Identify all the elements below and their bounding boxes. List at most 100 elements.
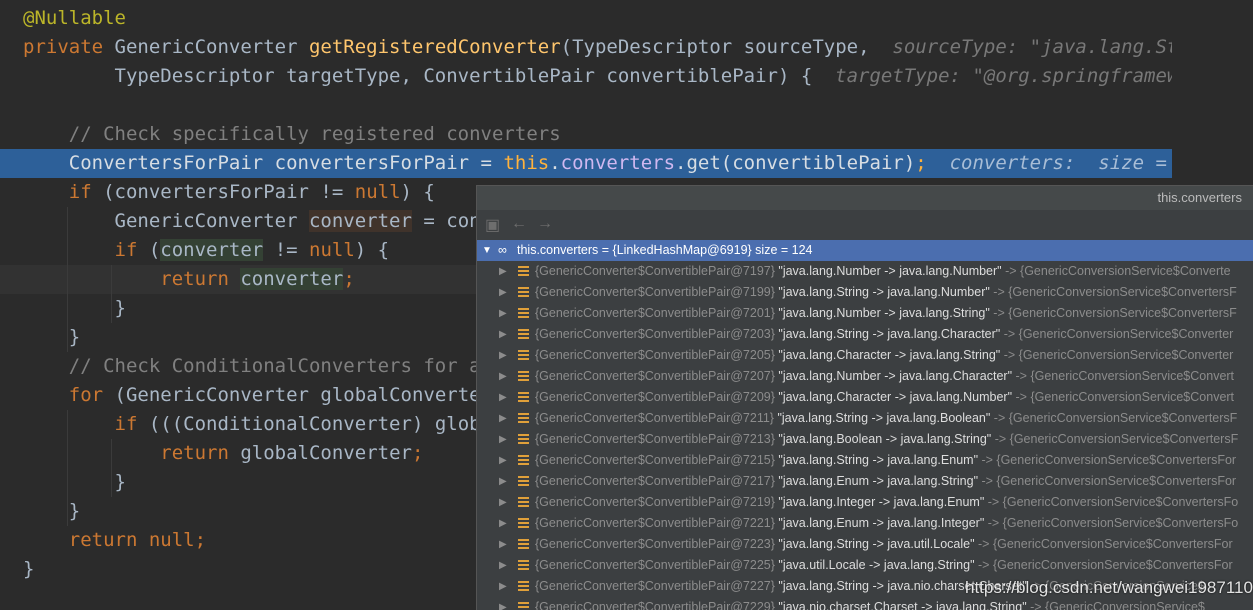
tree-row[interactable]: ▶ {GenericConverter$ConvertiblePair@7229}…: [477, 597, 1253, 610]
tree-row-text: {GenericConverter$ConvertiblePair@7217} …: [535, 471, 1236, 492]
entry-object: {GenericConverter$ConvertiblePair@7203}: [535, 327, 775, 341]
tree-row[interactable]: ▶ {GenericConverter$ConvertiblePair@7217}…: [477, 471, 1253, 492]
code-token: ;: [343, 268, 355, 290]
entry-key: "java.lang.String -> java.lang.Boolean": [777, 411, 991, 425]
expand-right-icon[interactable]: ▶: [499, 282, 507, 303]
expand-right-icon[interactable]: ▶: [499, 366, 507, 387]
expand-right-icon[interactable]: ▶: [499, 597, 507, 610]
field-icon: [518, 329, 529, 340]
entry-object: {GenericConverter$ConvertiblePair@7227}: [535, 579, 775, 593]
field-icon: [518, 266, 529, 277]
expand-right-icon[interactable]: ▶: [499, 513, 507, 534]
indent-guide: [111, 439, 112, 497]
code-token: (((ConditionalConverter) globa: [148, 413, 493, 435]
field-icon: [518, 560, 529, 571]
code-token: converter: [160, 239, 264, 261]
tree-row[interactable]: ▶ {GenericConverter$ConvertiblePair@7223}…: [477, 534, 1253, 555]
tree-row[interactable]: ▶ {GenericConverter$ConvertiblePair@7219}…: [477, 492, 1253, 513]
code-token: !=: [263, 239, 310, 261]
code-line[interactable]: @Nullable: [0, 4, 1172, 33]
tree-row[interactable]: ▶ {GenericConverter$ConvertiblePair@7205}…: [477, 345, 1253, 366]
tree-row-root[interactable]: ▼ ∞ this.converters = {LinkedHashMap@6919}…: [477, 240, 1253, 261]
expand-right-icon[interactable]: ▶: [499, 261, 507, 282]
code-token: ConvertersForPair convertersForPair =: [23, 152, 504, 174]
entry-key: "java.lang.Enum -> java.lang.Integer": [778, 516, 985, 530]
tree-row-text: {GenericConverter$ConvertiblePair@7213} …: [535, 429, 1238, 450]
expand-right-icon[interactable]: ▶: [499, 576, 507, 597]
code-token: globalConverter: [240, 442, 412, 464]
expand-right-icon[interactable]: ▶: [499, 408, 507, 429]
code-line[interactable]: // Check specifically registered convert…: [0, 120, 1172, 149]
tree-row[interactable]: ▶ {GenericConverter$ConvertiblePair@7197}…: [477, 261, 1253, 282]
entry-object: {GenericConverter$ConvertiblePair@7225}: [535, 558, 775, 572]
tree-row-text: {GenericConverter$ConvertiblePair@7211} …: [535, 408, 1237, 429]
forward-arrow-icon[interactable]: →: [537, 215, 553, 233]
tree-row[interactable]: ▶ {GenericConverter$ConvertiblePair@7207}…: [477, 366, 1253, 387]
entry-value: -> {GenericConversionService$ConvertersF…: [974, 537, 1233, 551]
tree-row-text: {GenericConverter$ConvertiblePair@7199} …: [535, 282, 1237, 303]
expand-right-icon[interactable]: ▶: [499, 429, 507, 450]
entry-value: -> {GenericConversionService$Converter: [1000, 327, 1234, 341]
tree-row-text: {GenericConverter$ConvertiblePair@7197} …: [535, 261, 1231, 282]
entry-key: "java.lang.Boolean -> java.lang.String": [778, 432, 992, 446]
tree-row[interactable]: ▶ {GenericConverter$ConvertiblePair@7209}…: [477, 387, 1253, 408]
tree-row[interactable]: ▶ {GenericConverter$ConvertiblePair@7203}…: [477, 324, 1253, 345]
indent-guide: [111, 265, 112, 323]
code-line[interactable]: private GenericConverter getRegisteredCo…: [0, 33, 1172, 62]
debugger-value-popup[interactable]: this.converters ▣ ← → ▼ ∞ this.converters …: [476, 185, 1253, 610]
watermark: https://blog.csdn.net/wangwei19871103: [965, 578, 1253, 597]
expand-right-icon[interactable]: ▶: [499, 450, 507, 471]
tree-row[interactable]: ▶ {GenericConverter$ConvertiblePair@7221}…: [477, 513, 1253, 534]
expand-right-icon[interactable]: ▶: [499, 345, 507, 366]
tree-row[interactable]: ▶ {GenericConverter$ConvertiblePair@7213}…: [477, 429, 1253, 450]
code-token: }: [23, 558, 35, 580]
code-line[interactable]: ConvertersForPair convertersForPair = th…: [0, 149, 1172, 178]
code-token: if: [114, 239, 149, 261]
tree-row-text: {GenericConverter$ConvertiblePair@7225} …: [535, 555, 1233, 576]
expand-down-icon[interactable]: ▼: [482, 240, 492, 261]
expand-right-icon[interactable]: ▶: [499, 534, 507, 555]
tree-row[interactable]: ▶ {GenericConverter$ConvertiblePair@7215}…: [477, 450, 1253, 471]
indent-guide: [67, 207, 68, 352]
field-icon: [518, 371, 529, 382]
entry-object: {GenericConverter$ConvertiblePair@7211}: [535, 411, 774, 425]
popup-title-bar[interactable]: this.converters: [477, 186, 1253, 210]
entry-value: -> {GenericConversionService$ConvertersF…: [978, 474, 1237, 488]
entry-object: {GenericConverter$ConvertiblePair@7229}: [535, 600, 775, 610]
code-token: getRegisteredConverter: [308, 36, 561, 58]
field-icon: [518, 497, 529, 508]
entry-object: {GenericConverter$ConvertiblePair@7201}: [535, 306, 775, 320]
inline-debug-hint: sourceType: "java.lang.Strin: [892, 36, 1172, 58]
expand-right-icon[interactable]: ▶: [499, 324, 507, 345]
expand-right-icon[interactable]: ▶: [499, 492, 507, 513]
entry-value: -> {GenericConversionService$Converte: [1001, 264, 1231, 278]
expand-right-icon[interactable]: ▶: [499, 303, 507, 324]
code-token: if: [68, 181, 104, 203]
field-icon: [518, 476, 529, 487]
tree-row[interactable]: ▶ {GenericConverter$ConvertiblePair@7211}…: [477, 408, 1253, 429]
entry-value: -> {GenericConversionService$Convert: [1012, 369, 1235, 383]
popup-toolbar: ▣ ← →: [477, 211, 1253, 238]
code-token: ) {: [354, 239, 390, 261]
code-token: converter: [308, 210, 412, 232]
expand-right-icon[interactable]: ▶: [499, 387, 507, 408]
pin-icon[interactable]: ▣: [485, 215, 500, 235]
code-token: for: [68, 384, 115, 406]
code-token: // Check specifically registered convert…: [23, 123, 561, 145]
field-icon: [518, 434, 529, 445]
expand-right-icon[interactable]: ▶: [499, 555, 507, 576]
code-token: null: [354, 181, 401, 203]
expand-right-icon[interactable]: ▶: [499, 471, 507, 492]
code-line[interactable]: TypeDescriptor targetType, ConvertiblePa…: [0, 62, 1173, 91]
code-line[interactable]: [0, 91, 1172, 120]
back-arrow-icon[interactable]: ←: [511, 215, 527, 233]
tree-row[interactable]: ▶ {GenericConverter$ConvertiblePair@7225}…: [477, 555, 1253, 576]
field-icon: [518, 455, 529, 466]
tree-row[interactable]: ▶ {GenericConverter$ConvertiblePair@7201}…: [477, 303, 1253, 324]
tree-row[interactable]: ▶ {GenericConverter$ConvertiblePair@7199}…: [477, 282, 1253, 303]
entry-key: "java.lang.String -> java.lang.Character…: [778, 327, 1001, 341]
